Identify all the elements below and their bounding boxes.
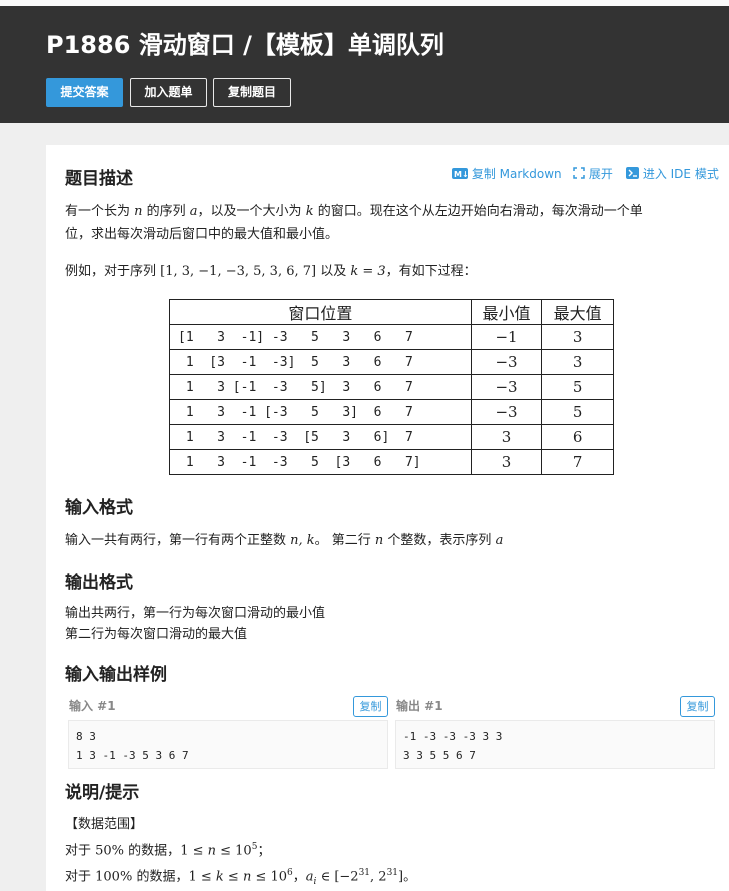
max-cell: 3 — [541, 349, 614, 375]
min-cell: −3 — [470, 374, 543, 400]
table-row: [1 3 -1] -3 5 3 6 7 −1 3 — [169, 324, 614, 350]
table-row: 1 3 -1 -3 [5 3 6] 736 — [169, 424, 614, 450]
table-row: 1 [3 -1 -3] 5 3 6 7 −3 3 — [169, 349, 614, 375]
hint-line-2: 对于 100% 的数据，1 ≤ k ≤ n ≤ 106，ai ∈ [−231, … — [65, 868, 417, 888]
max-cell: 7 — [541, 449, 614, 475]
window-position-cell: [1 3 -1] -3 5 3 6 7 — [169, 324, 472, 350]
sample-input-box[interactable]: 8 3 1 3 -1 -3 5 3 6 7 — [68, 720, 388, 769]
ide-mode-label: 进入 IDE 模式 — [642, 167, 719, 181]
markdown-icon: M↓ — [452, 167, 469, 182]
window-position-cell: 1 3 -1 -3 [5 3 6] 7 — [169, 424, 472, 450]
max-cell: 5 — [541, 374, 614, 400]
max-cell: 5 — [541, 399, 614, 425]
description-paragraph-1: 有一个长为 n 的序列 a，以及一个大小为 k 的窗口。现在这个从左边开始向右滑… — [65, 204, 643, 242]
samples-heading: 输入输出样例 — [65, 665, 167, 685]
table-row: 1 3 -1 -3 5 [3 6 7] 3 7 — [169, 449, 614, 475]
top-strip — [0, 0, 729, 6]
sample-output-box[interactable]: -1 -3 -3 -3 3 3 3 3 5 5 6 7 — [395, 720, 715, 769]
output-format-text: 输出共两行，第一行为每次窗口滑动的最小值 第二行为每次窗口滑动的最大值 — [65, 606, 326, 642]
hint-heading: 说明/提示 — [65, 783, 140, 803]
sample-output-label: 输出 #1 — [396, 699, 443, 713]
window-position-cell: 1 3 -1 [-3 5 3] 6 7 — [169, 399, 472, 425]
description-heading: 题目描述 — [65, 169, 133, 189]
data-range-title: 【数据范围】 — [65, 817, 144, 832]
sample-output-line: 3 3 5 5 6 7 — [403, 749, 476, 762]
copy-markdown-link[interactable]: M↓ 复制 Markdown — [452, 165, 562, 183]
hint-text: 【数据范围】 对于 50% 的数据，1 ≤ n ≤ 105； 对于 100% 的… — [65, 814, 416, 891]
header-max: 最大值 — [541, 299, 614, 325]
input-format-heading: 输入格式 — [65, 498, 133, 518]
window-position-cell: 1 3 -1 -3 5 [3 6 7] — [169, 449, 472, 475]
window-position-cell: 1 [3 -1 -3] 5 3 6 7 — [169, 349, 472, 375]
window-table: 窗口位置 最小值 最大值 [1 3 -1] -3 5 3 6 7 −1 3 1 [3… — [169, 299, 614, 475]
problem-title: P1886 滑动窗口 /【模板】单调队列 — [46, 31, 444, 59]
submit-button[interactable]: 提交答案 — [46, 78, 123, 107]
window-table-header: 窗口位置 最小值 最大值 — [169, 299, 614, 325]
min-cell: 3 — [470, 449, 543, 475]
svg-text:M↓: M↓ — [454, 170, 468, 179]
problem-card — [46, 145, 729, 891]
copy-problem-button[interactable]: 复制题目 — [213, 78, 291, 107]
sample-input-line: 1 3 -1 -3 5 3 6 7 — [76, 749, 189, 762]
min-cell: −3 — [470, 349, 543, 375]
sample-output-line: -1 -3 -3 -3 3 3 — [403, 730, 503, 743]
copy-output-button[interactable]: 复制 — [680, 696, 715, 717]
table-row: 1 3 [-1 -3 5] 3 6 7 −3 5 — [169, 374, 614, 400]
header-window-position: 窗口位置 — [169, 299, 472, 325]
output-format-heading: 输出格式 — [65, 573, 133, 593]
copy-markdown-label: 复制 Markdown — [471, 167, 562, 181]
max-cell: 6 — [541, 424, 614, 450]
max-cell: 3 — [541, 324, 614, 350]
header-min: 最小值 — [470, 299, 543, 325]
expand-label: 展开 — [588, 167, 613, 181]
min-cell: −1 — [470, 324, 543, 350]
sample-input-label: 输入 #1 — [69, 699, 116, 713]
input-format-text: 输入一共有两行，第一行有两个正整数 n, k。 第二行 n 个整数，表示序列 a — [65, 533, 504, 548]
hint-line-1: 对于 50% 的数据，1 ≤ n ≤ 105； — [65, 842, 271, 859]
description-paragraph-2: 例如，对于序列 [1, 3, −1, −3, 5, 3, 6, 7] 以及 k … — [65, 264, 477, 279]
terminal-icon — [626, 167, 639, 182]
ide-mode-link[interactable]: 进入 IDE 模式 — [626, 165, 719, 183]
add-to-list-button[interactable]: 加入题单 — [130, 78, 207, 107]
sample-input-line: 8 3 — [76, 730, 96, 743]
min-cell: 3 — [470, 424, 543, 450]
expand-link[interactable]: 展开 — [573, 165, 613, 183]
expand-icon — [573, 167, 585, 182]
window-position-cell: 1 3 [-1 -3 5] 3 6 7 — [169, 374, 472, 400]
min-cell: −3 — [470, 399, 543, 425]
problem-header: P1886 滑动窗口 /【模板】单调队列 提交答案 加入题单 复制题目 — [0, 0, 729, 123]
copy-input-button[interactable]: 复制 — [353, 696, 388, 717]
table-row: 1 3 -1 [-3 5 3] 6 7 −3 5 — [169, 399, 614, 425]
